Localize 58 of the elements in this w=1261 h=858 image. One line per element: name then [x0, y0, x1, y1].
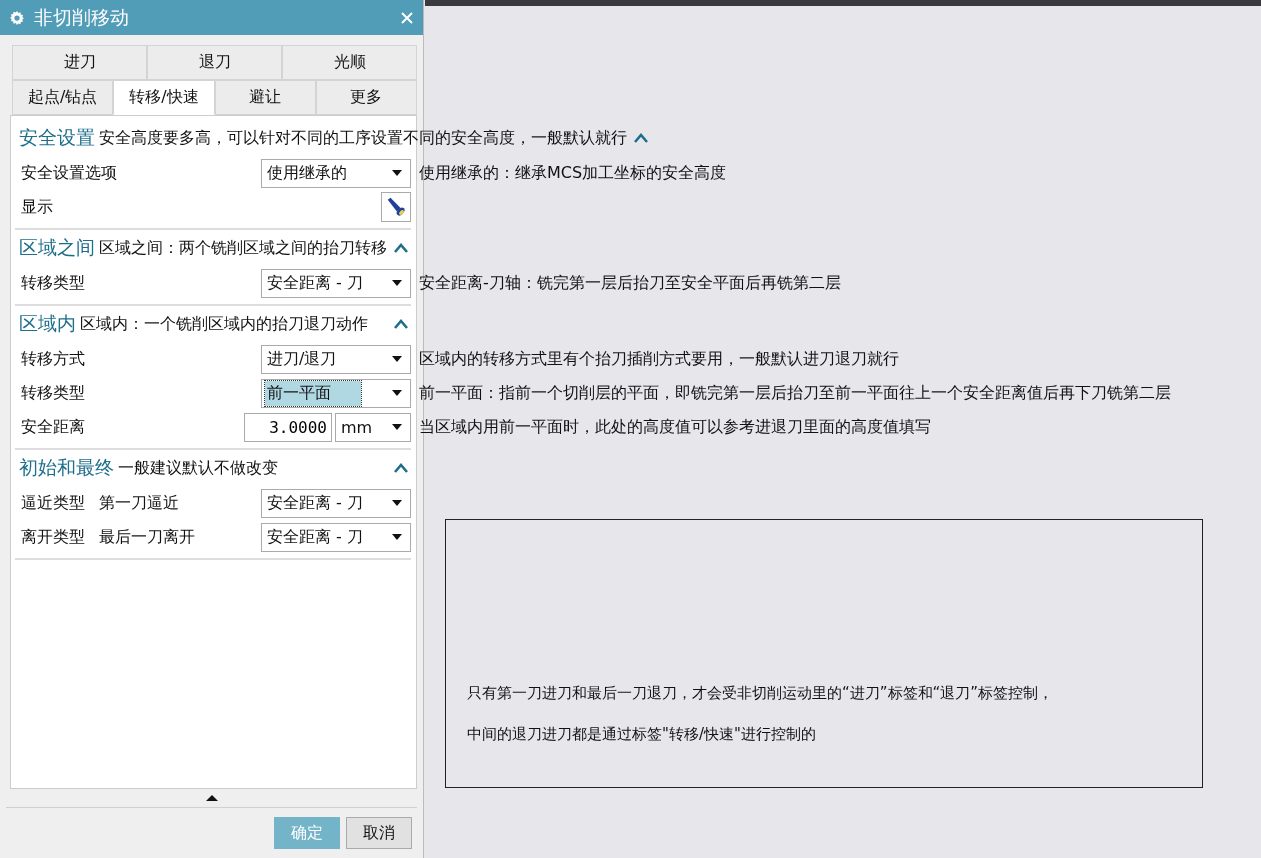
caret-icon [392, 534, 402, 540]
chevron-icon[interactable] [633, 133, 649, 143]
caret-icon [392, 424, 402, 430]
annotation-text: 区域内：一个铣削区域内的抬刀退刀动作 [80, 313, 368, 335]
tab[interactable]: 转移/快速 [113, 80, 215, 115]
field-label: 转移方式 [21, 348, 85, 370]
section-title: 区域之间 [18, 235, 95, 260]
field-sublabel: 最后一刀离开 [99, 526, 195, 548]
chevron-icon[interactable] [393, 463, 409, 473]
field-label: 安全距离 [21, 416, 85, 438]
section-title: 区域内 [18, 311, 76, 336]
display-button[interactable] [381, 192, 411, 222]
annotation-text: 使用继承的：继承MCS加工坐标的安全高度 [419, 162, 727, 184]
tab[interactable]: 进刀 [12, 45, 147, 80]
section-title: 安全设置 [18, 125, 95, 150]
annotation-text: 安全高度要多高，可以针对不同的工序设置不同的安全高度，一般默认就行 [99, 127, 627, 149]
callout-text: 中间的退刀进刀都是通过标签"转移/快速"进行控制的 [467, 725, 817, 744]
field-label: 转移类型 [21, 382, 85, 404]
annotation-text: 安全距离-刀轴：铣完第一层后抬刀至安全平面后再铣第二层 [419, 272, 841, 294]
annotation-text: 区域之间：两个铣削区域之间的抬刀转移 [99, 237, 387, 259]
tab[interactable]: 退刀 [147, 45, 282, 80]
caret-icon [392, 356, 402, 362]
close-icon[interactable] [401, 11, 413, 24]
field-label: 安全设置选项 [21, 162, 117, 184]
dropdown[interactable]: 安全距离 - 刀 [261, 522, 411, 552]
dropdown[interactable]: 安全距离 - 刀 [261, 488, 411, 518]
annotation-text: 一般建议默认不做改变 [118, 457, 278, 479]
tab[interactable]: 更多 [315, 80, 417, 115]
dropdown[interactable]: 使用继承的 [261, 158, 411, 188]
field-label: 显示 [21, 196, 53, 218]
gear-icon [10, 10, 24, 25]
dropdown[interactable]: 进刀/退刀 [261, 344, 411, 374]
chevron-icon[interactable] [393, 319, 409, 329]
field-label: 逼近类型 [21, 492, 85, 514]
tab[interactable]: 避让 [214, 80, 316, 115]
field-sublabel: 第一刀逼近 [99, 492, 179, 514]
chevron-icon[interactable] [393, 243, 409, 253]
callout-text: 只有第一刀进刀和最后一刀退刀，才会受非切削运动里的“进刀”标签和“退刀”标签控制， [467, 684, 1055, 703]
field-label: 转移类型 [21, 272, 85, 294]
caret-icon [392, 390, 402, 396]
caret-icon [392, 280, 402, 286]
section-title: 初始和最终 [18, 455, 114, 480]
window-title: 非切削移动 [34, 4, 130, 30]
dropdown[interactable]: 安全距离 - 刀 [261, 268, 411, 298]
annotation-text: 前一平面：指前一个切削层的平面，即铣完第一层后抬刀至前一平面往上一个安全距离值后再下刀铣第二层 [419, 382, 1171, 404]
flashlight-icon [385, 196, 407, 218]
caret-icon [392, 170, 402, 176]
input-field[interactable]: 3.0000 [244, 412, 332, 442]
annotation-text: 区域内的转移方式里有个抬刀插削方式要用，一般默认进刀退刀就行 [419, 348, 899, 370]
unit-dropdown[interactable]: mm [335, 412, 411, 442]
field-label: 离开类型 [21, 526, 85, 548]
annotation-text: 当区域内用前一平面时，此处的高度值可以参考进退刀里面的高度值填写 [419, 416, 931, 438]
caret-icon [392, 500, 402, 506]
dialog-button[interactable]: 取消 [346, 817, 412, 849]
tab[interactable]: 起点/钻点 [12, 80, 114, 115]
collapse-arrow-icon[interactable] [205, 795, 218, 801]
tab[interactable]: 光顺 [282, 45, 417, 80]
dropdown[interactable]: 前一平面 [261, 378, 411, 408]
